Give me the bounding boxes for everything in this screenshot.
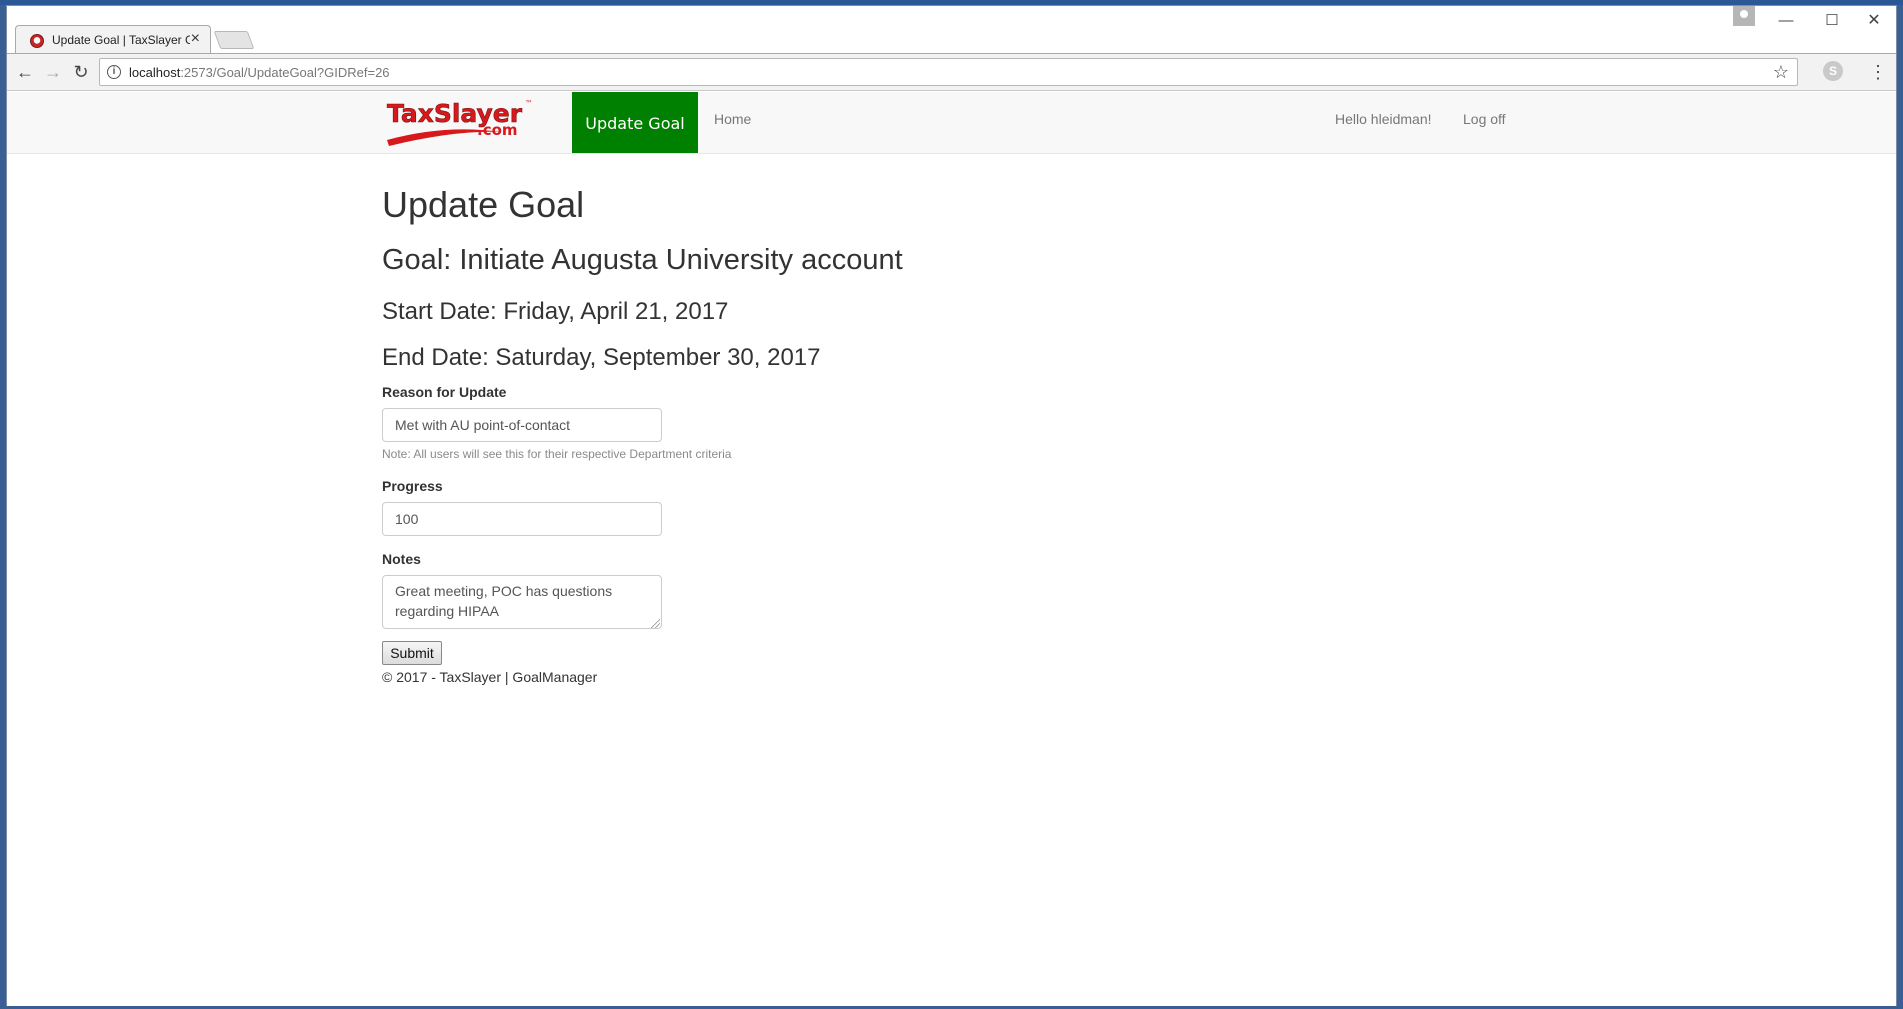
info-icon[interactable]: i — [107, 65, 121, 79]
reason-input[interactable] — [382, 408, 662, 442]
address-bar[interactable]: i localhost:2573/Goal/UpdateGoal?GIDRef=… — [99, 58, 1798, 86]
browser-window: Update Goal | TaxSlayer GoalManager × — … — [6, 5, 1897, 1006]
url-text[interactable]: localhost:2573/Goal/UpdateGoal?GIDRef=26 — [129, 65, 390, 80]
url-path: :2573/Goal/UpdateGoal?GIDRef=26 — [180, 65, 390, 80]
profile-icon[interactable] — [1733, 6, 1755, 26]
notes-textarea[interactable]: Great meeting, POC has questions regardi… — [382, 575, 662, 629]
reason-label: Reason for Update — [382, 384, 507, 400]
browser-toolbar: ← → ↻ i localhost:2573/Goal/UpdateGoal?G… — [7, 53, 1896, 91]
page-viewport: TaxSlayer ™ .com Update Goal Home Hello … — [7, 92, 1896, 1006]
progress-input[interactable] — [382, 502, 662, 536]
browser-tab[interactable]: Update Goal | TaxSlayer GoalManager × — [15, 25, 211, 54]
nav-update-goal[interactable]: Update Goal — [572, 92, 698, 153]
maximize-icon[interactable]: ☐ — [1814, 12, 1850, 32]
resize-handle[interactable] — [650, 618, 660, 628]
nav-home[interactable]: Home — [714, 111, 751, 127]
reload-icon[interactable]: ↻ — [69, 60, 93, 84]
extension-icon[interactable]: S — [1823, 61, 1843, 81]
notes-label: Notes — [382, 551, 421, 567]
minimize-icon[interactable]: — — [1768, 12, 1804, 32]
progress-label: Progress — [382, 478, 443, 494]
forward-arrow-icon[interactable]: → — [41, 60, 65, 84]
tab-strip: Update Goal | TaxSlayer GoalManager × — … — [7, 6, 1896, 54]
start-date: Start Date: Friday, April 21, 2017 — [382, 298, 729, 325]
browser-menu-icon[interactable]: ⋮ — [1869, 60, 1887, 84]
close-icon[interactable]: × — [191, 30, 200, 48]
bookmark-star-icon[interactable]: ☆ — [1773, 62, 1789, 83]
svg-text:.com: .com — [477, 121, 518, 139]
site-navbar: TaxSlayer ™ .com Update Goal Home Hello … — [7, 92, 1896, 154]
back-arrow-icon[interactable]: ← — [13, 60, 37, 84]
taxslayer-logo[interactable]: TaxSlayer ™ .com — [385, 96, 535, 150]
goal-heading: Goal: Initiate Augusta University accoun… — [382, 244, 903, 276]
svg-text:™: ™ — [525, 99, 533, 108]
nav-user-greeting[interactable]: Hello hleidman! — [1335, 111, 1432, 127]
submit-button[interactable]: Submit — [382, 641, 442, 665]
tab-title: Update Goal | TaxSlayer GoalManager — [52, 33, 190, 47]
footer-text: © 2017 - TaxSlayer | GoalManager — [382, 669, 598, 685]
new-tab-button[interactable] — [213, 31, 255, 49]
nav-log-off[interactable]: Log off — [1463, 111, 1506, 127]
window-close-icon[interactable]: ✕ — [1856, 12, 1892, 32]
page-title: Update Goal — [382, 184, 585, 225]
logo-graphic: TaxSlayer ™ .com — [387, 99, 533, 146]
end-date: End Date: Saturday, September 30, 2017 — [382, 344, 821, 371]
reason-help-text: Note: All users will see this for their … — [382, 447, 732, 461]
favicon-icon — [30, 34, 44, 48]
url-host: localhost — [129, 65, 181, 80]
